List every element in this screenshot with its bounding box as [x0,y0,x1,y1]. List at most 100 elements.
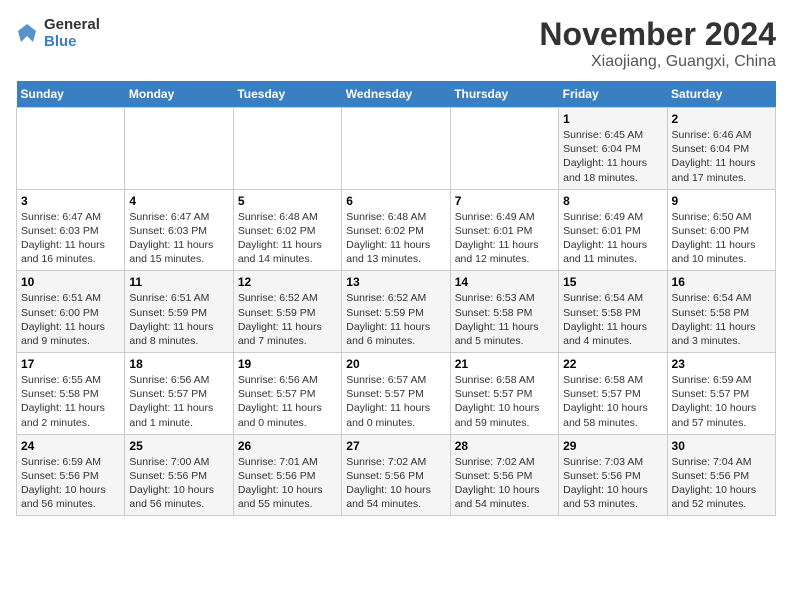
calendar-cell: 7Sunrise: 6:49 AM Sunset: 6:01 PM Daylig… [450,189,558,271]
day-number: 23 [672,357,771,371]
day-info: Sunrise: 6:56 AM Sunset: 5:57 PM Dayligh… [129,373,228,430]
day-number: 12 [238,275,337,289]
logo-text-blue: Blue [44,33,100,50]
day-info: Sunrise: 6:52 AM Sunset: 5:59 PM Dayligh… [238,291,337,348]
day-info: Sunrise: 6:49 AM Sunset: 6:01 PM Dayligh… [563,210,662,267]
calendar-cell: 12 Sunrise: 6:52 AM Sunset: 5:59 PM Dayli… [233,271,341,353]
calendar-cell: 15 Sunrise: 6:54 AM Sunset: 5:58 PM Dayli… [559,271,667,353]
calendar-header: SundayMondayTuesdayWednesdayThursdayFrid… [17,81,776,108]
day-info: Sunrise: 6:56 AM Sunset: 5:57 PM Dayligh… [238,373,337,430]
day-info: Sunrise: 6:52 AM Sunset: 5:59 PM Dayligh… [346,291,445,348]
day-info: Sunrise: 6:47 AM Sunset: 6:03 PM Dayligh… [129,210,228,267]
calendar-cell: 5 Sunrise: 6:48 AM Sunset: 6:02 PM Daylig… [233,189,341,271]
day-number: 10 [21,275,120,289]
day-info: Sunrise: 6:53 AM Sunset: 5:58 PM Dayligh… [455,291,554,348]
day-number: 21 [455,357,554,371]
day-number: 30 [672,439,771,453]
calendar-table: SundayMondayTuesdayWednesdayThursdayFrid… [16,81,776,516]
day-info: Sunrise: 6:45 AM Sunset: 6:04 PM Dayligh… [563,128,662,185]
header-cell-friday: Friday [559,81,667,108]
calendar-cell [450,108,558,190]
day-info: Sunrise: 6:51 AM Sunset: 6:00 PM Dayligh… [21,291,120,348]
logo-text-general: General [44,16,100,33]
calendar-cell: 6 Sunrise: 6:48 AM Sunset: 6:02 PM Daylig… [342,189,450,271]
day-number: 13 [346,275,445,289]
day-info: Sunrise: 6:47 AM Sunset: 6:03 PM Dayligh… [21,210,120,267]
calendar-subtitle: Xiaojiang, Guangxi, China [539,53,776,71]
calendar-cell: 3 Sunrise: 6:47 AM Sunset: 6:03 PM Daylig… [17,189,125,271]
day-number: 3 [21,194,120,208]
calendar-body: 1 Sunrise: 6:45 AM Sunset: 6:04 PM Daylig… [17,108,776,516]
day-number: 16 [672,275,771,289]
day-info: Sunrise: 6:57 AM Sunset: 5:57 PM Dayligh… [346,373,445,430]
calendar-cell [233,108,341,190]
page-header: General Blue November 2024 Xiaojiang, Gu… [16,16,776,71]
logo: General Blue [16,16,100,51]
day-number: 17 [21,357,120,371]
day-number: 9 [672,194,771,208]
calendar-cell: 22 Sunrise: 6:58 AM Sunset: 5:57 PM Dayli… [559,353,667,435]
day-number: 4 [129,194,228,208]
day-info: Sunrise: 6:59 AM Sunset: 5:57 PM Dayligh… [672,373,771,430]
calendar-cell [125,108,233,190]
day-number: 1 [563,112,662,126]
calendar-cell: 20Sunrise: 6:57 AM Sunset: 5:57 PM Dayli… [342,353,450,435]
day-info: Sunrise: 6:55 AM Sunset: 5:58 PM Dayligh… [21,373,120,430]
logo-graphic [16,22,38,44]
day-info: Sunrise: 7:04 AM Sunset: 5:56 PM Dayligh… [672,455,771,512]
calendar-week-5: 24 Sunrise: 6:59 AM Sunset: 5:56 PM Dayli… [17,434,776,516]
day-number: 6 [346,194,445,208]
calendar-cell: 25 Sunrise: 7:00 AM Sunset: 5:56 PM Dayli… [125,434,233,516]
day-info: Sunrise: 6:48 AM Sunset: 6:02 PM Dayligh… [346,210,445,267]
header-cell-tuesday: Tuesday [233,81,341,108]
day-number: 29 [563,439,662,453]
calendar-cell: 17 Sunrise: 6:55 AM Sunset: 5:58 PM Dayli… [17,353,125,435]
day-info: Sunrise: 7:01 AM Sunset: 5:56 PM Dayligh… [238,455,337,512]
day-number: 22 [563,357,662,371]
calendar-cell: 29 Sunrise: 7:03 AM Sunset: 5:56 PM Dayli… [559,434,667,516]
day-number: 5 [238,194,337,208]
calendar-cell: 14 Sunrise: 6:53 AM Sunset: 5:58 PM Dayli… [450,271,558,353]
day-number: 11 [129,275,228,289]
day-number: 15 [563,275,662,289]
calendar-cell: 11Sunrise: 6:51 AM Sunset: 5:59 PM Dayli… [125,271,233,353]
day-info: Sunrise: 6:48 AM Sunset: 6:02 PM Dayligh… [238,210,337,267]
day-info: Sunrise: 6:54 AM Sunset: 5:58 PM Dayligh… [563,291,662,348]
calendar-cell: 10 Sunrise: 6:51 AM Sunset: 6:00 PM Dayli… [17,271,125,353]
day-number: 8 [563,194,662,208]
calendar-cell: 4 Sunrise: 6:47 AM Sunset: 6:03 PM Daylig… [125,189,233,271]
day-number: 18 [129,357,228,371]
day-number: 28 [455,439,554,453]
header-cell-sunday: Sunday [17,81,125,108]
header-cell-saturday: Saturday [667,81,775,108]
calendar-cell: 18 Sunrise: 6:56 AM Sunset: 5:57 PM Dayli… [125,353,233,435]
day-info: Sunrise: 7:00 AM Sunset: 5:56 PM Dayligh… [129,455,228,512]
calendar-cell: 9Sunrise: 6:50 AM Sunset: 6:00 PM Daylig… [667,189,775,271]
day-number: 25 [129,439,228,453]
calendar-cell: 16Sunrise: 6:54 AM Sunset: 5:58 PM Dayli… [667,271,775,353]
calendar-cell [342,108,450,190]
header-cell-wednesday: Wednesday [342,81,450,108]
day-info: Sunrise: 6:59 AM Sunset: 5:56 PM Dayligh… [21,455,120,512]
day-number: 24 [21,439,120,453]
day-number: 19 [238,357,337,371]
header-cell-thursday: Thursday [450,81,558,108]
calendar-cell: 28Sunrise: 7:02 AM Sunset: 5:56 PM Dayli… [450,434,558,516]
calendar-cell: 27Sunrise: 7:02 AM Sunset: 5:56 PM Dayli… [342,434,450,516]
calendar-week-1: 1 Sunrise: 6:45 AM Sunset: 6:04 PM Daylig… [17,108,776,190]
day-number: 14 [455,275,554,289]
header-cell-monday: Monday [125,81,233,108]
header-row: SundayMondayTuesdayWednesdayThursdayFrid… [17,81,776,108]
calendar-week-2: 3 Sunrise: 6:47 AM Sunset: 6:03 PM Daylig… [17,189,776,271]
day-number: 26 [238,439,337,453]
day-info: Sunrise: 6:58 AM Sunset: 5:57 PM Dayligh… [455,373,554,430]
calendar-cell: 13 Sunrise: 6:52 AM Sunset: 5:59 PM Dayli… [342,271,450,353]
day-info: Sunrise: 6:58 AM Sunset: 5:57 PM Dayligh… [563,373,662,430]
day-number: 27 [346,439,445,453]
calendar-cell: 23 Sunrise: 6:59 AM Sunset: 5:57 PM Dayli… [667,353,775,435]
calendar-cell: 2Sunrise: 6:46 AM Sunset: 6:04 PM Daylig… [667,108,775,190]
calendar-week-4: 17 Sunrise: 6:55 AM Sunset: 5:58 PM Dayli… [17,353,776,435]
calendar-cell: 30 Sunrise: 7:04 AM Sunset: 5:56 PM Dayli… [667,434,775,516]
day-info: Sunrise: 7:03 AM Sunset: 5:56 PM Dayligh… [563,455,662,512]
day-info: Sunrise: 6:46 AM Sunset: 6:04 PM Dayligh… [672,128,771,185]
